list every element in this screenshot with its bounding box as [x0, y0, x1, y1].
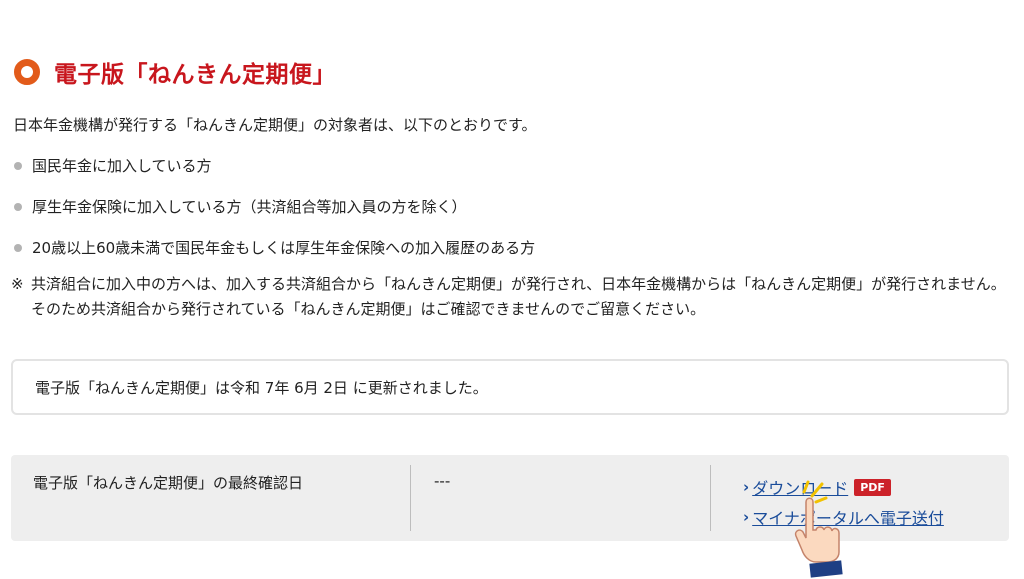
section-title: 電子版「ねんきん定期便」 — [54, 62, 336, 88]
note-mark: ※ — [11, 275, 24, 293]
list-item-text: 20歳以上60歳未満で国民年金もしくは厚生年金保険への加入履歴のある方 — [32, 239, 536, 257]
update-notice-box: 電子版「ねんきん定期便」は令和 7年 6月 2日 に更新されました。 — [11, 359, 1009, 415]
eligibility-list: 国民年金に加入している方 厚生年金保険に加入している方（共済組合等加入員の方を除… — [13, 152, 535, 275]
list-item: 20歳以上60歳未満で国民年金もしくは厚生年金保険への加入履歴のある方 — [13, 234, 535, 275]
section-heading: 電子版「ねんきん定期便」 — [14, 52, 336, 92]
info-panel: 電子版「ねんきん定期便」の最終確認日 --- › ダウンロード PDF › マイ… — [11, 455, 1009, 541]
list-item-text: 厚生年金保険に加入している方（共済組合等加入員の方を除く） — [32, 198, 467, 216]
list-item: 国民年金に加入している方 — [13, 152, 535, 193]
list-item: 厚生年金保険に加入している方（共済組合等加入員の方を除く） — [13, 193, 535, 234]
note-text: 共済組合に加入中の方へは、加入する共済組合から「ねんきん定期便」が発行され、日本… — [31, 275, 1006, 318]
orange-ring-icon — [14, 59, 40, 85]
bullet-dot-icon — [14, 244, 22, 252]
chevron-right-icon: › — [743, 478, 750, 496]
note: ※ 共済組合に加入中の方へは、加入する共済組合から「ねんきん定期便」が発行され、… — [11, 272, 1011, 322]
last-checked-value: --- — [411, 465, 711, 531]
chevron-right-icon: › — [743, 508, 750, 526]
bullet-dot-icon — [14, 203, 22, 211]
intro-text: 日本年金機構が発行する「ねんきん定期便」の対象者は、以下のとおりです。 — [13, 116, 537, 134]
list-item-text: 国民年金に加入している方 — [32, 157, 212, 175]
pointing-hand-icon — [794, 480, 843, 578]
bullet-dot-icon — [14, 162, 22, 170]
update-notice-text: 電子版「ねんきん定期便」は令和 7年 6月 2日 に更新されました。 — [35, 378, 488, 397]
last-checked-label: 電子版「ねんきん定期便」の最終確認日 — [11, 465, 411, 531]
pdf-badge: PDF — [854, 478, 891, 496]
